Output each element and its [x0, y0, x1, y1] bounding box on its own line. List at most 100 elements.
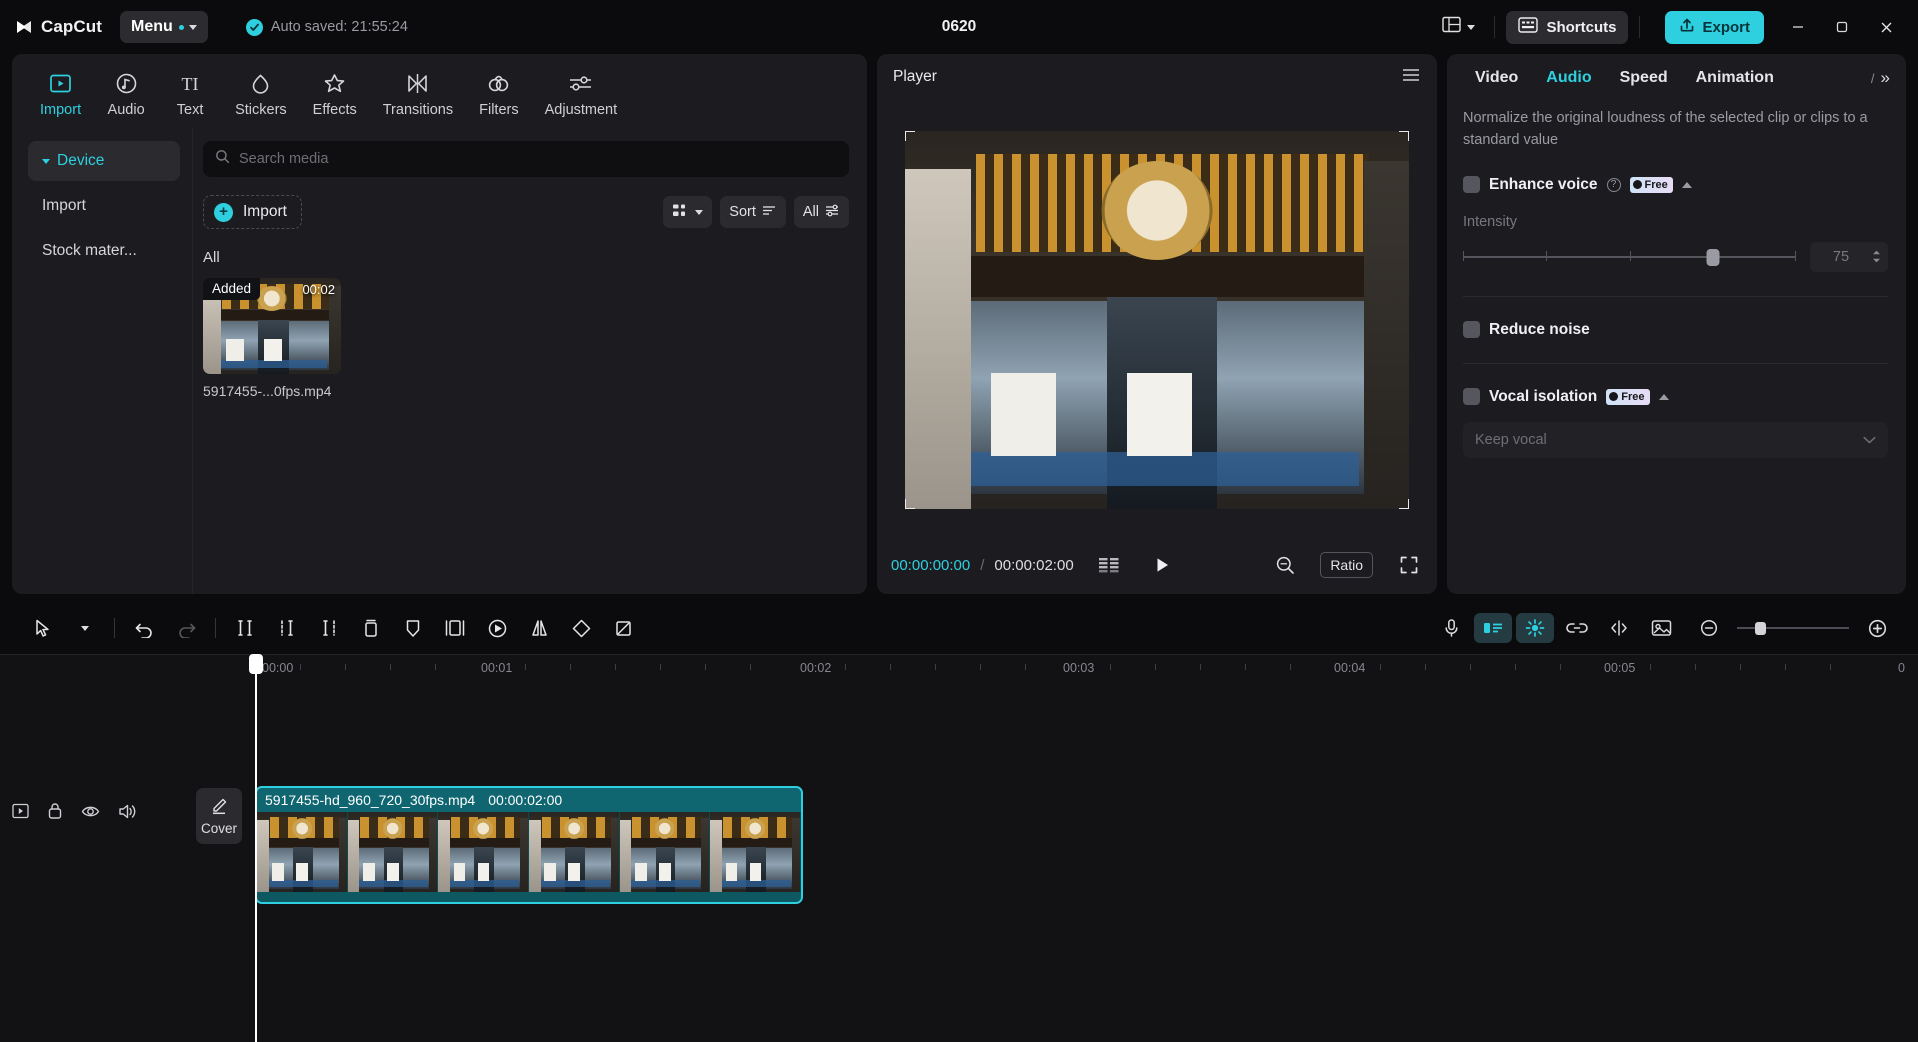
tab-speed[interactable]: Speed	[1606, 54, 1682, 102]
ratio-button[interactable]: Ratio	[1320, 552, 1373, 578]
zoom-slider-knob[interactable]	[1755, 622, 1766, 635]
shortcuts-button[interactable]: Shortcuts	[1506, 11, 1628, 44]
zoom-in-button[interactable]	[1858, 613, 1896, 643]
play-button[interactable]	[1152, 555, 1172, 575]
auto-caption-button[interactable]	[1474, 613, 1512, 643]
filter-button[interactable]: All	[794, 196, 849, 228]
playhead[interactable]	[255, 654, 257, 1042]
free-badge[interactable]: Free	[1606, 389, 1649, 405]
crop-handle-top-right[interactable]	[1399, 131, 1409, 141]
tab-video[interactable]: Video	[1461, 54, 1532, 102]
trim-left-button[interactable]	[266, 608, 308, 648]
rotate-button[interactable]	[560, 608, 602, 648]
slider-knob[interactable]	[1706, 249, 1719, 266]
menu-button[interactable]: Menu	[120, 11, 208, 43]
trim-right-button[interactable]	[308, 608, 350, 648]
close-button[interactable]	[1864, 7, 1908, 47]
collapse-icon[interactable]	[1659, 394, 1669, 400]
chevron-right-double-icon[interactable]: »	[1881, 68, 1890, 88]
tab-animation[interactable]: Animation	[1682, 54, 1788, 102]
cover-button[interactable]: Cover	[196, 788, 242, 844]
keyframe-mix-button[interactable]	[1516, 613, 1554, 643]
intensity-value-box[interactable]: 75	[1810, 242, 1888, 272]
cover-label: Cover	[201, 821, 237, 836]
undo-button[interactable]	[123, 608, 165, 648]
link-clips-button[interactable]	[1558, 613, 1596, 643]
search-input[interactable]	[239, 151, 837, 167]
timeline-tracks[interactable]: Cover 5917455-hd_960_720_30fps.mp4 00:00…	[0, 682, 1918, 1042]
search-bar[interactable]	[203, 141, 849, 177]
tab-audio[interactable]: Audio	[1532, 54, 1605, 102]
playhead-handle[interactable]	[249, 654, 263, 674]
fullscreen-button[interactable]	[1399, 555, 1419, 575]
crop-button[interactable]	[602, 608, 644, 648]
preview-thumbnail-button[interactable]	[1642, 613, 1680, 643]
tab-adjustment[interactable]: Adjustment	[533, 64, 630, 127]
record-voiceover-button[interactable]	[1432, 613, 1470, 643]
crop-handle-bottom-left[interactable]	[905, 499, 915, 509]
sticker-drop-icon	[248, 70, 273, 97]
vocal-isolation-toggle[interactable]	[1463, 388, 1480, 405]
player-menu-icon[interactable]	[1401, 67, 1421, 88]
delete-button[interactable]	[350, 608, 392, 648]
media-thumbnail[interactable]: Added 00:02	[203, 278, 341, 374]
tab-text[interactable]: TI Text	[159, 64, 221, 127]
timeline-clip[interactable]: 5917455-hd_960_720_30fps.mp4 00:00:02:00	[255, 786, 803, 904]
tab-filters[interactable]: Filters	[467, 64, 530, 127]
track-thumbnail-icon[interactable]	[12, 803, 29, 819]
reduce-noise-toggle[interactable]	[1463, 321, 1480, 338]
zoom-slider[interactable]	[1737, 621, 1849, 635]
properties-panel: Video Audio Speed Animation / » Normaliz…	[1447, 54, 1906, 594]
marker-button[interactable]	[392, 608, 434, 648]
sidebar-item-import[interactable]: Import	[28, 186, 180, 226]
sort-button[interactable]: Sort	[720, 196, 786, 228]
help-icon[interactable]: ?	[1607, 178, 1621, 192]
redo-button[interactable]	[165, 608, 207, 648]
overflow-indicator: /	[1871, 71, 1875, 86]
eye-icon[interactable]	[81, 804, 100, 819]
tab-import[interactable]: Import	[28, 64, 93, 127]
sidebar-item-device[interactable]: Device	[28, 141, 180, 181]
maximize-button[interactable]	[1820, 7, 1864, 47]
freeze-frame-button[interactable]	[434, 608, 476, 648]
split-button[interactable]	[224, 608, 266, 648]
layout-button[interactable]	[1434, 10, 1483, 44]
tab-transitions[interactable]: Transitions	[371, 64, 465, 127]
stepper-icon[interactable]	[1872, 250, 1881, 263]
select-tool-button[interactable]	[22, 608, 64, 648]
volume-icon[interactable]	[118, 803, 137, 820]
reverse-button[interactable]	[476, 608, 518, 648]
import-media-button[interactable]: + Import	[203, 195, 302, 229]
tab-effects[interactable]: Effects	[301, 64, 369, 127]
crop-handle-top-left[interactable]	[905, 131, 915, 141]
select-tool-dropdown[interactable]	[64, 608, 106, 648]
crop-handle-bottom-right[interactable]	[1399, 499, 1409, 509]
media-item[interactable]: Added 00:02 5917455-...0fps.mp4	[203, 278, 341, 399]
zoom-slider-track	[1737, 627, 1849, 629]
zoom-out-button[interactable]	[1690, 613, 1728, 643]
video-preview[interactable]	[905, 131, 1409, 509]
view-mode-button[interactable]	[663, 196, 712, 228]
collapse-icon[interactable]	[1682, 182, 1692, 188]
mirror-button[interactable]	[518, 608, 560, 648]
filters-circles-icon	[486, 70, 511, 97]
tabs-overflow: / »	[1871, 68, 1892, 88]
enhance-voice-toggle[interactable]	[1463, 176, 1480, 193]
frames-icon[interactable]	[1098, 556, 1120, 574]
vocal-mode-select[interactable]: Keep vocal	[1463, 422, 1888, 458]
divider	[1494, 16, 1495, 38]
current-timecode[interactable]: 00:00:00:00	[891, 557, 970, 574]
lock-icon[interactable]	[47, 802, 63, 820]
tab-stickers[interactable]: Stickers	[223, 64, 299, 127]
free-badge[interactable]: Free	[1630, 177, 1673, 193]
intensity-slider[interactable]	[1463, 248, 1796, 266]
minimize-button[interactable]	[1776, 7, 1820, 47]
chevron-down-icon	[81, 626, 89, 631]
export-button[interactable]: Export	[1665, 11, 1764, 44]
tab-label: Speed	[1620, 69, 1668, 87]
sidebar-item-stock-material[interactable]: Stock mater...	[28, 231, 180, 271]
crop-view-icon[interactable]	[1274, 554, 1296, 576]
tab-audio[interactable]: Audio	[95, 64, 157, 127]
adsorption-button[interactable]	[1600, 613, 1638, 643]
timeline-ruler[interactable]: 00:00 00:01 00:02 00:03 00:04 00:05 0	[0, 654, 1918, 682]
